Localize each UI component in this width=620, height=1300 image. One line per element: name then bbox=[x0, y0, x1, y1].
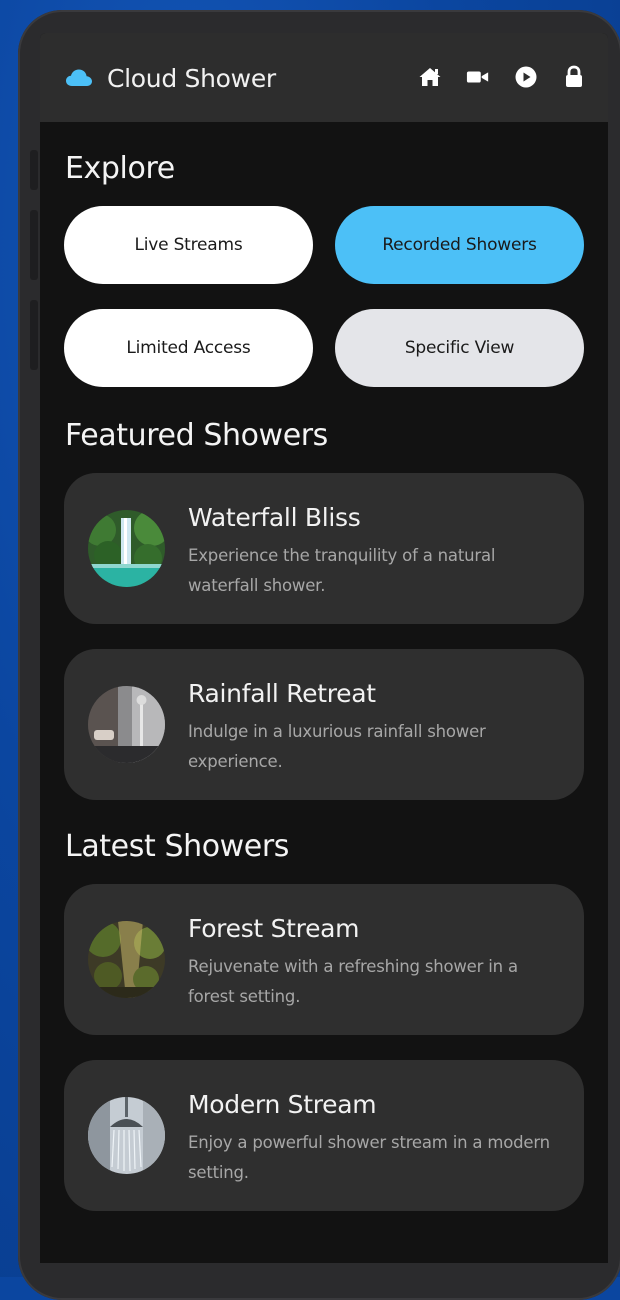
brand[interactable]: Cloud Shower bbox=[65, 58, 276, 98]
shower-card-forest-stream[interactable]: Forest Stream Rejuvenate with a refreshi… bbox=[64, 884, 584, 1035]
card-title: Waterfall Bliss bbox=[188, 503, 361, 532]
shower-card-waterfall-bliss[interactable]: Waterfall Bliss Experience the tranquili… bbox=[64, 473, 584, 624]
card-title: Rainfall Retreat bbox=[188, 679, 376, 708]
side-button bbox=[30, 300, 38, 370]
modern-thumbnail bbox=[88, 1097, 165, 1174]
cloud-icon bbox=[66, 69, 92, 86]
waterfall-thumbnail bbox=[88, 510, 165, 587]
side-button bbox=[30, 210, 38, 280]
nav-icons bbox=[418, 65, 586, 89]
card-title: Forest Stream bbox=[188, 914, 360, 943]
limited-access-button[interactable]: Limited Access bbox=[64, 309, 313, 387]
rainfall-thumbnail bbox=[88, 686, 165, 763]
card-description: Enjoy a powerful shower stream in a mode… bbox=[188, 1133, 550, 1182]
explore-heading: Explore bbox=[65, 151, 175, 186]
shower-card-rainfall-retreat[interactable]: Rainfall Retreat Indulge in a luxurious … bbox=[64, 649, 584, 800]
card-title: Modern Stream bbox=[188, 1090, 377, 1119]
recorded-showers-button[interactable]: Recorded Showers bbox=[335, 206, 584, 284]
app-screen: Cloud Shower Explore Live Streams Record… bbox=[40, 33, 608, 1263]
featured-heading: Featured Showers bbox=[65, 418, 328, 453]
card-description: Experience the tranquility of a natural … bbox=[188, 546, 496, 595]
latest-heading: Latest Showers bbox=[65, 829, 290, 864]
home-icon[interactable] bbox=[418, 65, 442, 89]
video-camera-icon[interactable] bbox=[466, 65, 490, 89]
specific-view-button[interactable]: Specific View bbox=[335, 309, 584, 387]
card-description: Rejuvenate with a refreshing shower in a… bbox=[188, 957, 518, 1006]
app-bar: Cloud Shower bbox=[40, 33, 608, 122]
forest-thumbnail bbox=[88, 921, 165, 998]
lock-icon[interactable] bbox=[562, 65, 586, 89]
live-streams-button[interactable]: Live Streams bbox=[64, 206, 313, 284]
side-button bbox=[30, 150, 38, 190]
card-description: Indulge in a luxurious rainfall shower e… bbox=[188, 722, 486, 771]
shower-card-modern-stream[interactable]: Modern Stream Enjoy a powerful shower st… bbox=[64, 1060, 584, 1211]
app-title: Cloud Shower bbox=[107, 63, 276, 93]
play-circle-icon[interactable] bbox=[514, 65, 538, 89]
